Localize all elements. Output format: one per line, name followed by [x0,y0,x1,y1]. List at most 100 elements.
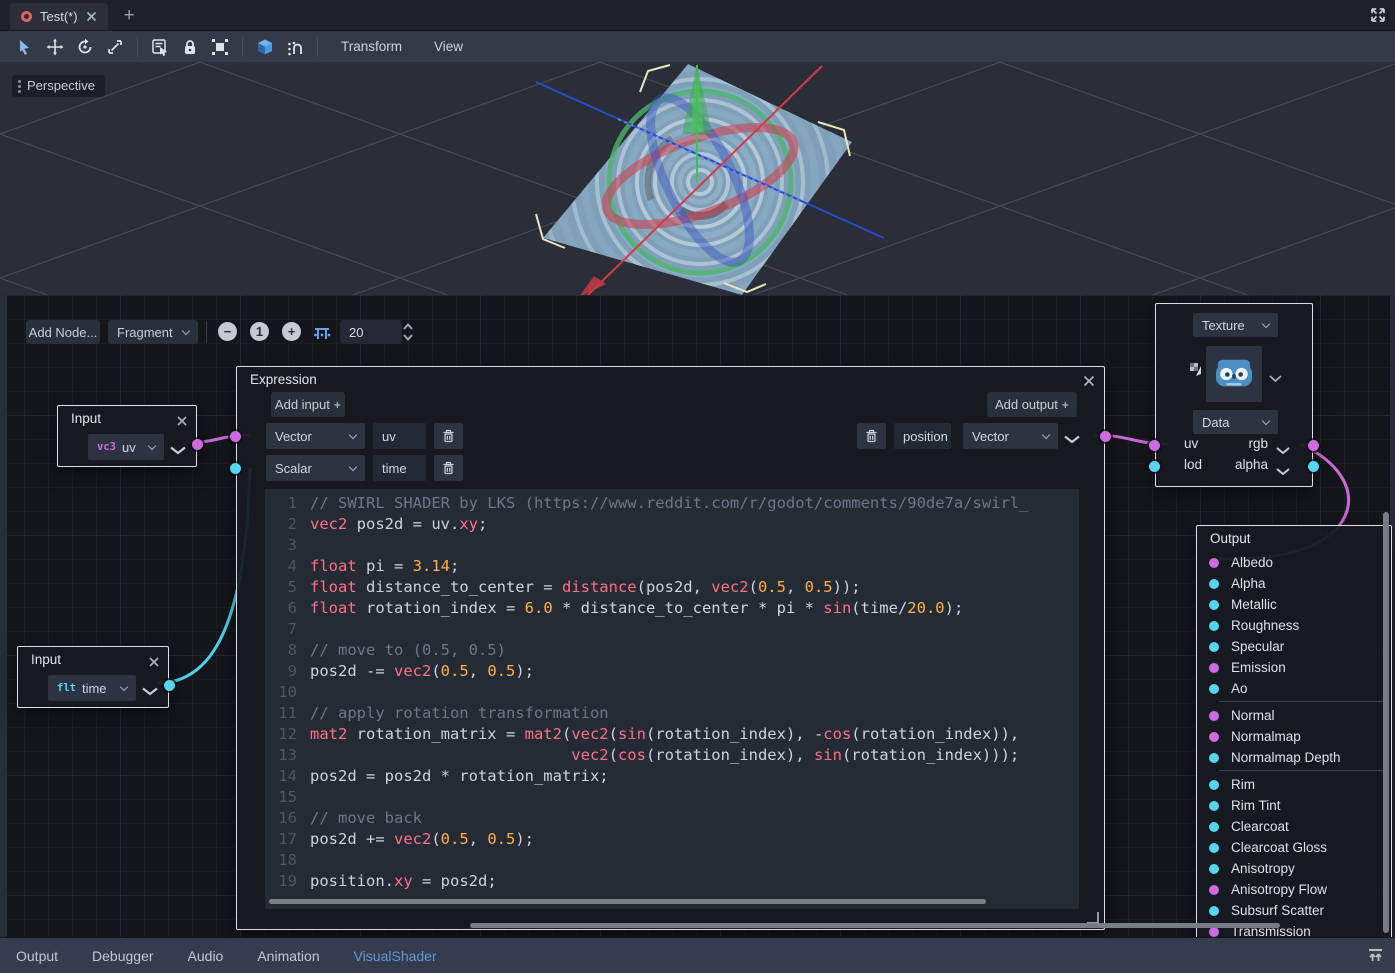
input-port[interactable] [1209,663,1219,673]
add-node-button[interactable]: Add Node... [26,320,100,344]
delete-input-button[interactable] [434,455,463,481]
input-port[interactable] [1209,822,1219,832]
expand-bottom-panel-icon[interactable] [1367,948,1384,968]
local-space-cube-icon[interactable] [250,34,280,60]
view-menu[interactable]: View [418,39,479,54]
input-port[interactable] [1209,906,1219,916]
lock-icon[interactable] [175,34,205,60]
input-port[interactable] [1209,732,1219,742]
input-type-dropdown[interactable]: Vector [266,423,365,449]
move-tool-icon[interactable] [40,34,70,60]
group-icon[interactable] [205,34,235,60]
collapse-preview-icon[interactable] [142,683,158,701]
fullscreen-icon[interactable] [1370,7,1386,28]
expand-preview-icon[interactable] [1269,370,1282,388]
input-port[interactable] [1209,885,1219,895]
output-name-field[interactable]: position [894,423,951,449]
texture-node[interactable]: Texture Data [1155,303,1313,487]
output-port-alpha[interactable] [1308,461,1319,472]
bottom-tab-output[interactable]: Output [16,948,58,964]
output-port-position[interactable] [1100,431,1111,442]
scale-tool-icon[interactable] [100,34,130,60]
close-tab-icon[interactable] [86,11,97,22]
input-uv-node[interactable]: Input vc3 uv [57,405,197,467]
zoom-in-button[interactable]: + [282,322,301,341]
visual-shader-graph[interactable]: Add Node... Fragment − 1 + 20 Input vc [0,295,1395,937]
port-label: Anisotropy Flow [1231,882,1327,897]
chevron-down-icon [1262,319,1270,327]
input-port[interactable] [1209,711,1219,721]
add-input-button[interactable]: Add input + [271,392,345,417]
collapse-port-icon[interactable] [1276,442,1290,460]
rotate-tool-icon[interactable] [70,34,100,60]
expression-code-editor[interactable]: 1// SWIRL SHADER by LKS (https://www.red… [265,489,1079,909]
line-number: 17 [265,829,297,850]
scene-tab-test[interactable]: Test(*) [10,3,108,30]
input-port-lod[interactable] [1149,461,1160,472]
list-select-icon[interactable] [145,34,175,60]
output-port[interactable] [164,680,175,691]
collapse-preview-icon[interactable] [170,442,186,460]
collapse-port-icon[interactable] [1276,463,1290,481]
snap-toggle-icon[interactable] [313,322,332,346]
bottom-tab-audio[interactable]: Audio [188,948,224,964]
snap-distance-spinbox[interactable]: 20 [340,320,402,344]
bottom-tab-animation[interactable]: Animation [257,948,319,964]
close-node-icon[interactable] [177,413,187,431]
output-type-dropdown[interactable]: Vector [963,423,1058,449]
input-port[interactable] [1209,684,1219,694]
input-port[interactable] [1209,780,1219,790]
input-source-dropdown[interactable]: flt time [48,675,136,701]
close-node-icon[interactable] [149,654,159,672]
output-port[interactable] [192,439,203,450]
close-node-icon[interactable] [1083,374,1095,392]
input-port[interactable] [1209,864,1219,874]
input-source-dropdown[interactable]: vc3 uv [88,434,164,460]
select-tool-icon[interactable] [10,34,40,60]
type-badge: flt [57,682,76,694]
input-port[interactable] [1209,801,1219,811]
code-horizontal-scrollbar[interactable] [269,899,986,904]
input-port[interactable] [1209,579,1219,589]
input-port-uv[interactable] [230,431,241,442]
input-port[interactable] [1209,621,1219,631]
output-node[interactable]: Output AlbedoAlphaMetallicRoughnessSpecu… [1196,525,1392,937]
graph-vertical-scrollbar[interactable] [1383,512,1389,933]
input-port-uv[interactable] [1149,440,1160,451]
input-time-node[interactable]: Input flt time [17,646,169,708]
zoom-reset-button[interactable]: 1 [250,322,269,341]
input-port[interactable] [1209,642,1219,652]
collapse-preview-icon[interactable] [1064,431,1080,449]
code-line: 9pos2d -= vec2(0.5, 0.5); [265,661,1079,682]
perspective-menu[interactable]: Perspective [12,75,105,97]
input-port[interactable] [1209,558,1219,568]
input-port[interactable] [1209,600,1219,610]
shader-mode-dropdown[interactable]: Fragment [108,320,198,344]
input-port-time[interactable] [230,463,241,474]
viewport-3d[interactable]: Perspective [0,62,1395,295]
input-port[interactable] [1209,843,1219,853]
bottom-tab-debugger[interactable]: Debugger [92,948,154,964]
spinbox-stepper[interactable] [402,321,414,348]
delete-input-button[interactable] [434,423,463,449]
input-name-field[interactable]: uv [373,423,426,449]
texture-preview-button[interactable] [1206,346,1262,402]
edit-texture-icon[interactable] [1189,362,1203,383]
transform-menu[interactable]: Transform [325,39,418,54]
port-label: Normal [1231,708,1275,723]
bottom-tab-visualshader[interactable]: VisualShader [354,948,437,964]
snap-mode-icon[interactable] [280,34,310,60]
output-port-rgb[interactable] [1308,440,1319,451]
input-type-dropdown[interactable]: Scalar [266,455,365,481]
graph-horizontal-scrollbar[interactable] [470,923,1280,928]
texture-data-dropdown[interactable]: Data [1193,410,1278,434]
input-name-field[interactable]: time [373,455,426,481]
input-port[interactable] [1209,927,1219,937]
add-output-button[interactable]: Add output + [987,392,1077,417]
input-port[interactable] [1209,753,1219,763]
zoom-out-button[interactable]: − [218,322,237,341]
delete-output-button[interactable] [857,423,886,449]
new-tab-button[interactable]: + [124,5,135,30]
expression-node[interactable]: Expression Add input + Add output + Vect… [236,366,1105,930]
texture-source-dropdown[interactable]: Texture [1193,313,1278,337]
